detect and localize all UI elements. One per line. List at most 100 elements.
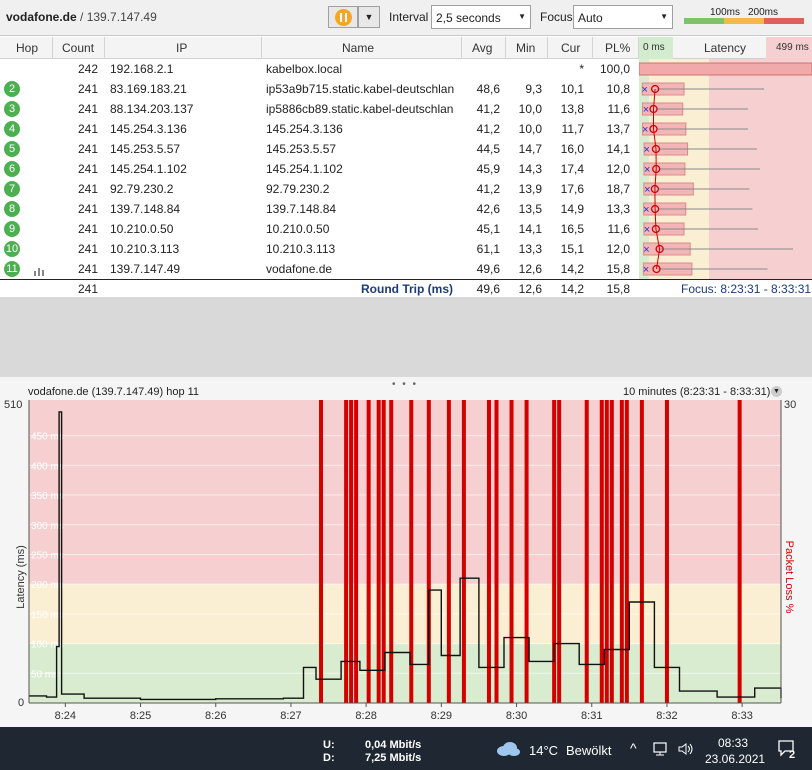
pause-options-button[interactable]: ▼ bbox=[358, 6, 380, 28]
download-value: 7,25 Mbit/s bbox=[365, 752, 422, 764]
upload-value: 0,04 Mbit/s bbox=[365, 739, 422, 751]
target-host: vodafone.de bbox=[6, 10, 77, 24]
row-name: vodafone.de bbox=[266, 262, 333, 276]
packet-loss-mark bbox=[599, 400, 604, 703]
packet-loss-mark bbox=[376, 400, 381, 703]
current-latency-marker: × bbox=[643, 244, 649, 256]
packet-loss-mark bbox=[524, 400, 529, 703]
clock-time[interactable]: 08:33 bbox=[718, 736, 748, 750]
graph-panel: • • • vodafone.de (139.7.147.49) hop 11 … bbox=[0, 377, 812, 727]
row-ip: 145.254.1.102 bbox=[110, 162, 187, 176]
table-row[interactable]: 8 241 139.7.148.84 139.7.148.84 42,6 13,5 14,9… bbox=[0, 199, 640, 219]
bar-chart-icon[interactable] bbox=[34, 265, 46, 279]
table-row[interactable]: 6 241 145.254.1.102 145.254.1.102 45,9 14,3 17… bbox=[0, 159, 640, 179]
table-row[interactable]: 10 241 10.210.3.113 10.210.3.113 61,1 13,3 15,… bbox=[0, 239, 640, 259]
table-row[interactable]: 4 241 145.254.3.136 145.254.3.136 41,2 10,0 11… bbox=[0, 119, 640, 139]
table-row[interactable]: 3 241 88.134.203.137 ip5886cb89.static.kabe… bbox=[0, 99, 640, 119]
row-cur: 15,1 bbox=[560, 242, 584, 256]
row-pl: 11,6 bbox=[607, 222, 630, 236]
row-name: 139.7.148.84 bbox=[266, 202, 337, 216]
row-min: 14,1 bbox=[518, 222, 542, 236]
row-ip: 10.210.3.113 bbox=[110, 242, 180, 256]
row-count: 241 bbox=[77, 162, 98, 176]
interval-label: Interval bbox=[389, 10, 429, 24]
row-name: 145.253.5.57 bbox=[266, 142, 337, 156]
temperature[interactable]: 14°C bbox=[529, 743, 558, 758]
row-cur: 17,4 bbox=[560, 162, 584, 176]
row-pl: 15,8 bbox=[606, 262, 630, 276]
row-ip: 10.210.0.50 bbox=[110, 222, 174, 236]
table-header: Hop Count IP Name Avg Min Cur PL% 0 ms L… bbox=[0, 37, 812, 59]
speaker-icon[interactable] bbox=[677, 742, 695, 756]
scale-200-label: 200ms bbox=[748, 7, 779, 18]
col-hop[interactable]: Hop bbox=[16, 41, 38, 55]
table-row[interactable]: 242 192.168.2.1 kabelbox.local * 100,0 bbox=[0, 59, 640, 79]
packet-loss-mark bbox=[486, 400, 491, 703]
col-min[interactable]: Min bbox=[516, 41, 535, 55]
row-count: 241 bbox=[77, 142, 98, 156]
network-icon[interactable] bbox=[653, 742, 671, 756]
row-ip: 139.7.148.84 bbox=[110, 202, 181, 216]
table-row[interactable]: 9 241 10.210.0.50 10.210.0.50 45,1 14,1 16,5 11… bbox=[0, 219, 640, 239]
y-tick-label: 50 ms bbox=[31, 669, 58, 680]
row-min: 14,3 bbox=[518, 162, 542, 176]
x-tick-label: 8:30 bbox=[506, 710, 527, 722]
packet-loss-mark bbox=[389, 400, 394, 703]
scale-green bbox=[684, 18, 724, 24]
row-count: 241 bbox=[77, 262, 98, 276]
row-avg: 42,6 bbox=[476, 202, 500, 216]
y-axis-label: Latency (ms) bbox=[15, 545, 27, 609]
packet-loss-mark bbox=[624, 400, 629, 703]
download-label: D: bbox=[323, 752, 335, 764]
toolbar: vodafone.de / 139.7.147.49 ▼ Interval 2,… bbox=[0, 0, 812, 36]
col-ip[interactable]: IP bbox=[176, 41, 187, 55]
y-max-label: 510 bbox=[4, 399, 22, 411]
row-pl: 12,0 bbox=[606, 162, 630, 176]
table-row[interactable]: 2 241 83.169.183.21 ip53a9b715.static.kabel… bbox=[0, 79, 640, 99]
row-count: 241 bbox=[77, 242, 98, 256]
target-separator: / bbox=[76, 10, 87, 24]
col-pl[interactable]: PL% bbox=[605, 41, 630, 55]
table-row[interactable]: 5 241 145.253.5.57 145.253.5.57 44,5 14,7 16,0… bbox=[0, 139, 640, 159]
current-latency-marker: × bbox=[643, 204, 649, 216]
row-name: ip5886cb89.static.kabel-deutschlan bbox=[266, 102, 454, 116]
cloud-icon[interactable] bbox=[495, 740, 521, 758]
col-name[interactable]: Name bbox=[342, 41, 374, 55]
col-count[interactable]: Count bbox=[62, 41, 94, 55]
weather-text[interactable]: Bewölkt bbox=[566, 743, 612, 758]
pause-button[interactable] bbox=[328, 6, 358, 28]
col-avg[interactable]: Avg bbox=[472, 41, 492, 55]
row-avg: 49,6 bbox=[476, 262, 500, 276]
focus-select[interactable]: Auto ▼ bbox=[573, 5, 673, 29]
round-trip-row: 241 Round Trip (ms) 49,6 12,6 14,2 15,8 … bbox=[0, 279, 812, 297]
splitter-handle[interactable]: • • • bbox=[392, 379, 418, 390]
row-avg: 41,2 bbox=[476, 102, 500, 116]
current-latency-marker: × bbox=[642, 84, 648, 96]
row-count: 242 bbox=[77, 62, 98, 76]
hop-number: 3 bbox=[4, 101, 20, 117]
y2-max-label: 30 bbox=[784, 399, 796, 411]
row-pl: 100,0 bbox=[599, 62, 630, 76]
col-latency[interactable]: Latency bbox=[704, 41, 746, 55]
row-count: 241 bbox=[77, 182, 98, 196]
row-avg: 41,2 bbox=[476, 182, 500, 196]
col-cur[interactable]: Cur bbox=[561, 41, 580, 55]
hop-number: 11 bbox=[4, 261, 20, 277]
packet-loss-mark bbox=[584, 400, 589, 703]
notification-icon[interactable] bbox=[777, 738, 799, 760]
interval-value: 2,5 seconds bbox=[436, 11, 501, 25]
notification-count: 2 bbox=[789, 749, 796, 761]
row-ip: 192.168.2.1 bbox=[110, 62, 174, 76]
packet-loss-mark bbox=[319, 400, 324, 703]
packet-loss-mark bbox=[349, 400, 354, 703]
row-avg: 48,6 bbox=[476, 82, 500, 96]
clock-date[interactable]: 23.06.2021 bbox=[705, 752, 765, 766]
packet-loss-mark bbox=[461, 400, 466, 703]
table-row[interactable]: 11 241 139.7.147.49 vodafone.de 49,6 12,6 14,2… bbox=[0, 259, 640, 279]
row-min: 13,3 bbox=[518, 242, 542, 256]
row-avg: 45,9 bbox=[476, 162, 500, 176]
interval-select[interactable]: 2,5 seconds ▼ bbox=[431, 5, 531, 29]
chevron-down-icon[interactable]: ▼ bbox=[771, 386, 782, 397]
table-row[interactable]: 7 241 92.79.230.2 92.79.230.2 41,2 13,9 17,6 18… bbox=[0, 179, 640, 199]
chevron-up-icon[interactable]: ^ bbox=[630, 740, 637, 756]
